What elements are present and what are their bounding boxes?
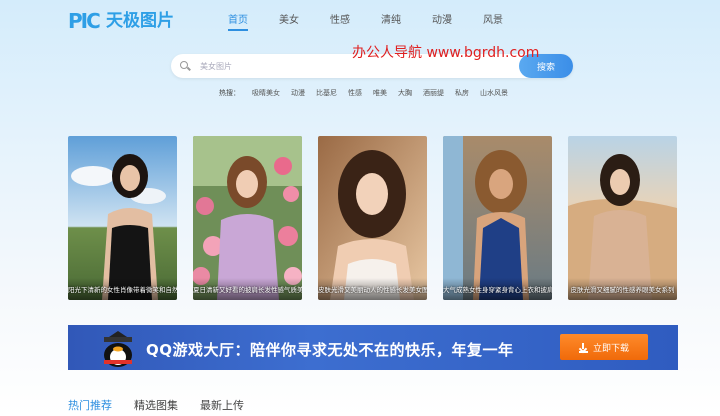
hot-search-link[interactable]: 动漫 xyxy=(291,88,305,98)
nav-item-home[interactable]: 首页 xyxy=(228,11,279,31)
image-grid: 阳光下清新的女性肖像带着微笑和自然妆容 夏日清新又好看的披肩长发性感气质美女 xyxy=(68,136,678,300)
image-card-title: 夏日清新又好看的披肩长发性感气质美女 xyxy=(193,286,302,294)
hot-search-link[interactable]: 山水风景 xyxy=(480,88,508,98)
photo-thumbnail xyxy=(443,136,552,300)
hot-search-link[interactable]: 私房 xyxy=(455,88,469,98)
watermark-text: 办公人导航 www.bgrdh.com xyxy=(352,45,540,61)
image-card[interactable]: 阳光下清新的女性肖像带着微笑和自然妆容 xyxy=(68,136,177,300)
nav-item-scenery[interactable]: 风景 xyxy=(483,11,534,30)
image-card-title: 皮肤光滑又细腻的性感养眼美女系列 xyxy=(570,286,675,294)
tab-latest[interactable]: 最新上传 xyxy=(200,397,244,413)
hot-search-link[interactable]: 大胸 xyxy=(398,88,412,98)
penguin-mascot-icon xyxy=(104,331,132,367)
image-card-title: 皮肤光滑又美丽动人的性感长发美女图片 xyxy=(318,286,427,294)
image-card[interactable]: 皮肤光滑又美丽动人的性感长发美女图片 xyxy=(318,136,427,300)
photo-thumbnail xyxy=(193,136,302,300)
tab-featured[interactable]: 精选图集 xyxy=(134,397,178,413)
hot-searches: 热搜： 吸睛美女 动漫 比基尼 性感 唯美 大胸 酒丽缇 私房 山水风景 xyxy=(219,88,519,98)
logo-text: 天极图片 xyxy=(106,10,174,31)
hot-search-link[interactable]: 唯美 xyxy=(373,88,387,98)
banner-text: QQ游戏大厅：陪伴你寻求无处不在的快乐，年复一年 xyxy=(146,341,514,359)
image-card-title: 大气成熟女性身穿紧身背心上衣和披肩长发 xyxy=(443,286,552,294)
download-button-label: 立即下载 xyxy=(592,342,629,353)
hot-search-link[interactable]: 吸睛美女 xyxy=(252,88,280,98)
image-card[interactable]: 夏日清新又好看的披肩长发性感气质美女 xyxy=(193,136,302,300)
nav-item-beauty[interactable]: 美女 xyxy=(279,11,330,30)
tab-hot[interactable]: 热门推荐 xyxy=(68,397,112,413)
photo-thumbnail xyxy=(68,136,177,300)
download-button[interactable]: 立即下载 xyxy=(560,334,648,360)
image-card-title: 阳光下清新的女性肖像带着微笑和自然妆容 xyxy=(68,286,177,294)
logo-mark-icon: PIC xyxy=(68,9,101,33)
image-card[interactable]: 皮肤光滑又细腻的性感养眼美女系列 xyxy=(568,136,677,300)
hot-search-link[interactable]: 比基尼 xyxy=(316,88,337,98)
section-tabs: 热门推荐 精选图集 最新上传 xyxy=(68,397,266,413)
photo-thumbnail xyxy=(318,136,427,300)
nav-item-sexy[interactable]: 性感 xyxy=(330,11,381,30)
nav-item-pure[interactable]: 清纯 xyxy=(381,11,432,30)
site-logo[interactable]: PIC 天极图片 xyxy=(68,6,174,33)
search-icon xyxy=(180,61,190,71)
search-input[interactable] xyxy=(200,61,500,71)
qq-game-banner[interactable]: QQ游戏大厅：陪伴你寻求无处不在的快乐，年复一年 立即下载 xyxy=(68,325,678,370)
download-icon xyxy=(578,342,588,353)
hot-search-link[interactable]: 酒丽缇 xyxy=(423,88,444,98)
nav-item-anime[interactable]: 动漫 xyxy=(432,11,483,30)
hot-search-link[interactable]: 性感 xyxy=(348,88,362,98)
hot-searches-label: 热搜： xyxy=(219,89,240,97)
image-card[interactable]: 大气成熟女性身穿紧身背心上衣和披肩长发 xyxy=(443,136,552,300)
main-nav: 首页 美女 性感 清纯 动漫 风景 xyxy=(228,11,534,31)
photo-thumbnail xyxy=(568,136,677,300)
